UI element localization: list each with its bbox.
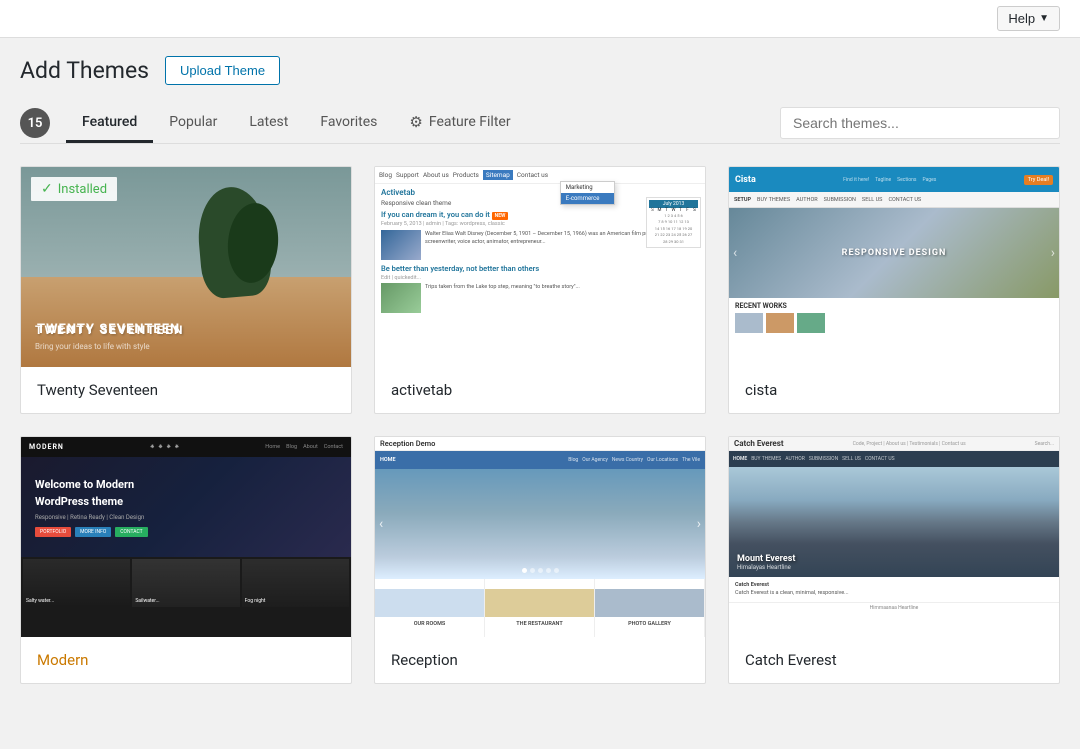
theme-card-cista[interactable]: Cista Find it here! Tagline Sections Pag… <box>728 166 1060 414</box>
theme-card-reception[interactable]: Reception Demo HOME Blog Our Agency News… <box>374 436 706 684</box>
page-wrapper: Help ▼ Add Themes Upload Theme 15 Featur… <box>0 0 1080 749</box>
theme-preview-modern: MODERN ❈❈❈❈ Home Blog About Contact <box>21 437 351 637</box>
modern-mini-browser: MODERN ❈❈❈❈ Home Blog About Contact <box>21 437 351 637</box>
upload-theme-button[interactable]: Upload Theme <box>165 56 280 85</box>
chevron-down-icon: ▼ <box>1039 13 1049 24</box>
theme-count-badge: 15 <box>20 108 50 138</box>
theme-card-activetab[interactable]: Blog Support About us Products Sitemap C… <box>374 166 706 414</box>
installed-badge: ✓ Installed <box>31 177 117 201</box>
gear-icon: ⚙ <box>409 113 422 131</box>
page-title: Add Themes <box>20 57 149 85</box>
theme-preview-reception: Reception Demo HOME Blog Our Agency News… <box>375 437 705 637</box>
themes-grid: TWENTY SEVENTEEN Bring your ideas to lif… <box>20 166 1060 684</box>
theme-name-modern: Modern <box>21 637 351 683</box>
tab-favorites[interactable]: Favorites <box>304 104 393 143</box>
search-box-wrap <box>780 107 1060 139</box>
theme-preview-activetab: Blog Support About us Products Sitemap C… <box>375 167 705 367</box>
catcheverest-mini-browser: Catch Everest Code, Project | About us |… <box>729 437 1059 637</box>
theme-card-catcheverest[interactable]: Catch Everest Code, Project | About us |… <box>728 436 1060 684</box>
page-header: Add Themes Upload Theme <box>20 56 1060 85</box>
theme-preview-twentyseventeen: TWENTY SEVENTEEN Bring your ideas to lif… <box>21 167 351 367</box>
help-button[interactable]: Help ▼ <box>997 6 1060 31</box>
filter-bar: 15 Featured Popular Latest Favorites ⚙ F… <box>20 103 1060 144</box>
check-icon: ✓ <box>41 181 53 197</box>
tab-latest[interactable]: Latest <box>233 104 304 143</box>
search-input[interactable] <box>780 107 1060 139</box>
theme-card-twentyseventeen[interactable]: TWENTY SEVENTEEN Bring your ideas to lif… <box>20 166 352 414</box>
theme-preview-catcheverest: Catch Everest Code, Project | About us |… <box>729 437 1059 637</box>
help-label: Help <box>1008 11 1035 26</box>
tab-featured[interactable]: Featured <box>66 104 153 143</box>
reception-mini-browser: Reception Demo HOME Blog Our Agency News… <box>375 437 705 637</box>
cista-mini-browser: Cista Find it here! Tagline Sections Pag… <box>729 167 1059 367</box>
filter-tabs: Featured Popular Latest Favorites ⚙ Feat… <box>66 103 780 143</box>
main-content: Add Themes Upload Theme 15 Featured Popu… <box>0 38 1080 704</box>
tab-popular[interactable]: Popular <box>153 104 233 143</box>
feature-filter-label: Feature Filter <box>429 114 511 130</box>
top-bar: Help ▼ <box>0 0 1080 38</box>
theme-name-activetab: activetab <box>375 367 705 413</box>
theme-card-modern[interactable]: MODERN ❈❈❈❈ Home Blog About Contact <box>20 436 352 684</box>
theme-name-reception: Reception <box>375 637 705 683</box>
theme-name-cista: cista <box>729 367 1059 413</box>
theme-name-twentyseventeen: Twenty Seventeen <box>21 367 351 413</box>
feature-filter-button[interactable]: ⚙ Feature Filter <box>393 103 526 144</box>
installed-label: Installed <box>58 182 107 197</box>
theme-preview-cista: Cista Find it here! Tagline Sections Pag… <box>729 167 1059 367</box>
theme-name-catcheverest: Catch Everest <box>729 637 1059 683</box>
